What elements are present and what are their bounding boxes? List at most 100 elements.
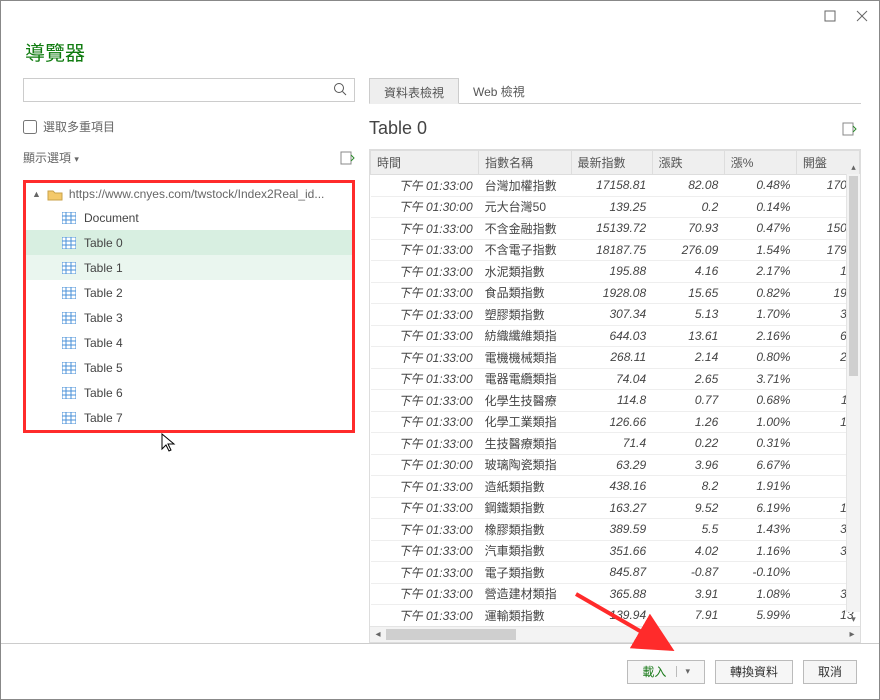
cell-change: 3.91 (652, 583, 724, 605)
refresh-preview-icon[interactable] (841, 121, 857, 137)
cell-change: 82.08 (652, 175, 724, 197)
refresh-icon[interactable] (339, 150, 355, 166)
transform-button[interactable]: 轉換資料 (715, 660, 793, 684)
column-header[interactable]: 漲% (724, 151, 796, 175)
cell-value: 74.04 (571, 368, 652, 390)
cell-name: 紡織纖維類指 (479, 325, 571, 347)
hscroll-thumb[interactable] (386, 629, 516, 640)
table-row[interactable]: 下午 01:33:00台灣加權指數17158.8182.080.48%1702 (371, 175, 860, 197)
table-row[interactable]: 下午 01:33:00造紙類指數438.168.21.91%4 (371, 476, 860, 498)
tree-item-label: Table 6 (84, 386, 123, 400)
table-icon (62, 412, 76, 424)
cell-change: 3.96 (652, 454, 724, 476)
maximize-button[interactable] (821, 7, 839, 25)
cell-pct: 1.54% (724, 239, 796, 261)
cell-pct: 2.17% (724, 261, 796, 283)
table-row[interactable]: 下午 01:30:00元大台灣50139.250.20.14%1 (371, 196, 860, 218)
table-icon (62, 387, 76, 399)
cell-name: 玻璃陶瓷類指 (479, 454, 571, 476)
cell-name: 生技醫療類指 (479, 433, 571, 455)
tree-item-document[interactable]: Document (26, 205, 352, 230)
tab-table-view[interactable]: 資料表檢視 (369, 78, 459, 104)
cell-value: 139.25 (571, 196, 652, 218)
table-row[interactable]: 下午 01:33:00化學生技醫療114.80.770.68%11 (371, 390, 860, 412)
tree-item-label: Document (84, 211, 139, 225)
tree-item-table-4[interactable]: Table 4 (26, 330, 352, 355)
cell-change: 1.26 (652, 411, 724, 433)
tree-item-table-5[interactable]: Table 5 (26, 355, 352, 380)
folder-icon (47, 188, 63, 201)
table-row[interactable]: 下午 01:33:00營造建材類指365.883.911.08%36 (371, 583, 860, 605)
display-options-dropdown[interactable]: 顯示選項 ▾ (23, 149, 79, 166)
search-icon[interactable] (332, 82, 348, 99)
cell-name: 不含電子指數 (479, 239, 571, 261)
scroll-down-icon[interactable]: ▾ (847, 612, 860, 626)
tree-item-table-3[interactable]: Table 3 (26, 305, 352, 330)
cell-time: 下午 01:33:00 (371, 497, 479, 519)
multi-select-checkbox[interactable] (23, 120, 37, 134)
horizontal-scrollbar[interactable]: ◂ ▸ (370, 626, 860, 642)
scroll-right-icon[interactable]: ▸ (844, 629, 860, 640)
multi-select-label: 選取多重項目 (43, 118, 115, 135)
table-row[interactable]: 下午 01:33:00電器電纜類指74.042.653.71%7 (371, 368, 860, 390)
load-dropdown-icon[interactable]: ▾ (676, 666, 690, 677)
table-row[interactable]: 下午 01:33:00食品類指數1928.0815.650.82%191 (371, 282, 860, 304)
table-row[interactable]: 下午 01:33:00電機機械類指268.112.140.80%26 (371, 347, 860, 369)
search-box[interactable] (23, 78, 355, 102)
cell-value: 139.94 (571, 605, 652, 627)
dialog-title: 導覽器 (25, 37, 855, 66)
cell-name: 元大台灣50 (479, 196, 571, 218)
tab-web-view[interactable]: Web 檢視 (459, 78, 539, 104)
table-row[interactable]: 下午 01:33:00不含電子指數18187.75276.091.54%1792 (371, 239, 860, 261)
column-header[interactable]: 最新指數 (571, 151, 652, 175)
table-row[interactable]: 下午 01:33:00水泥類指數195.884.162.17%19 (371, 261, 860, 283)
cell-name: 台灣加權指數 (479, 175, 571, 197)
tree-item-table-1[interactable]: Table 1 (26, 255, 352, 280)
cell-time: 下午 01:33:00 (371, 583, 479, 605)
cell-value: 163.27 (571, 497, 652, 519)
cell-time: 下午 01:33:00 (371, 368, 479, 390)
cell-value: 351.66 (571, 540, 652, 562)
cancel-button[interactable]: 取消 (803, 660, 857, 684)
table-row[interactable]: 下午 01:33:00生技醫療類指71.40.220.31%7 (371, 433, 860, 455)
cell-value: 268.11 (571, 347, 652, 369)
table-row[interactable]: 下午 01:33:00紡織纖維類指644.0313.612.16%62 (371, 325, 860, 347)
table-row[interactable]: 下午 01:33:00汽車類指數351.664.021.16%34 (371, 540, 860, 562)
column-header[interactable]: 漲跌 (652, 151, 724, 175)
cell-pct: 1.70% (724, 304, 796, 326)
cell-value: 15139.72 (571, 218, 652, 240)
cell-value: 126.66 (571, 411, 652, 433)
table-row[interactable]: 下午 01:33:00橡膠類指數389.595.51.43%38 (371, 519, 860, 541)
tree-root[interactable]: ▲ https://www.cnyes.com/twstock/Index2Re… (26, 183, 352, 205)
close-button[interactable] (853, 7, 871, 25)
tree-item-label: Table 7 (84, 411, 123, 425)
table-row[interactable]: 下午 01:33:00鋼鐵類指數163.279.526.19%15 (371, 497, 860, 519)
table-row[interactable]: 下午 01:33:00化學工業類指126.661.261.00%12 (371, 411, 860, 433)
table-row[interactable]: 下午 01:33:00不含金融指數15139.7270.930.47%1502 (371, 218, 860, 240)
column-header[interactable]: 指數名稱 (479, 151, 571, 175)
cell-pct: 6.19% (724, 497, 796, 519)
table-row[interactable]: 下午 01:33:00電子類指數845.87-0.87-0.10%8 (371, 562, 860, 584)
table-row[interactable]: 下午 01:33:00塑膠類指數307.345.131.70%30 (371, 304, 860, 326)
multi-select-row[interactable]: 選取多重項目 (23, 118, 355, 135)
collapse-icon[interactable]: ▲ (32, 189, 41, 199)
table-row[interactable]: 下午 01:30:00玻璃陶瓷類指63.293.966.67%5 (371, 454, 860, 476)
column-header[interactable]: 時間 (371, 151, 479, 175)
vscroll-thumb[interactable] (849, 176, 858, 376)
cell-value: 195.88 (571, 261, 652, 283)
cell-value: 845.87 (571, 562, 652, 584)
table-row[interactable]: 下午 01:33:00運輸類指數139.947.915.99%13 (371, 605, 860, 627)
vertical-scrollbar[interactable]: ▴ ▾ (846, 174, 860, 612)
search-input[interactable] (30, 82, 332, 98)
cell-change: 15.65 (652, 282, 724, 304)
load-button[interactable]: 載入 ▾ (627, 660, 705, 684)
scroll-left-icon[interactable]: ◂ (370, 629, 386, 640)
cell-time: 下午 01:30:00 (371, 454, 479, 476)
cell-change: 5.5 (652, 519, 724, 541)
cell-pct: 1.91% (724, 476, 796, 498)
tree-item-table-2[interactable]: Table 2 (26, 280, 352, 305)
scroll-up-icon[interactable]: ▴ (847, 160, 860, 174)
tree-item-table-7[interactable]: Table 7 (26, 405, 352, 430)
tree-item-table-0[interactable]: Table 0 (26, 230, 352, 255)
tree-item-table-6[interactable]: Table 6 (26, 380, 352, 405)
